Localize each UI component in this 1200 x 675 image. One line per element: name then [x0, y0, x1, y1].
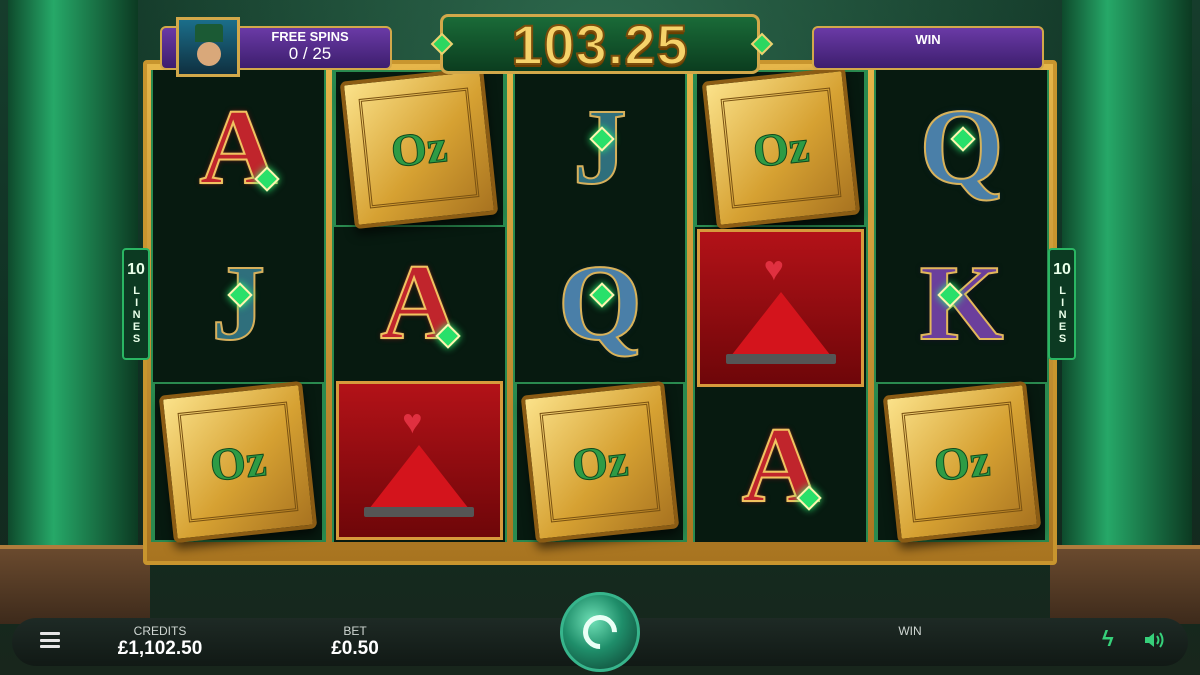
symbol-oz-book: Oz [153, 380, 324, 544]
reel-1: A J Oz [151, 70, 326, 544]
left-pillar-base [0, 545, 150, 624]
symbol-oz-book: Oz [695, 67, 867, 230]
symbol-q: Q [515, 226, 686, 382]
book-text: Oz [388, 120, 450, 178]
pyramid-heart-icon: ♥ [725, 248, 836, 368]
letter-k: K [919, 244, 1005, 363]
menu-icon[interactable] [40, 632, 60, 648]
free-spins-count: 0 / 25 [288, 44, 332, 63]
win-panel-label: WIN [915, 32, 941, 47]
symbol-pyramid-wild: ♥ [335, 381, 503, 541]
symbol-oz-book: Oz [333, 67, 505, 230]
spin-icon [575, 607, 625, 657]
oz-book-icon: Oz [520, 380, 680, 544]
right-pillar-base [1050, 545, 1200, 624]
lines-badge-left: 10 LINES [122, 248, 150, 360]
oz-book-icon: Oz [339, 67, 499, 230]
lines-word: LINES [1056, 285, 1069, 346]
bet-value[interactable]: £0.50 [310, 638, 400, 660]
total-win-display: 103.25 [440, 12, 760, 77]
book-text: Oz [569, 433, 631, 491]
bolt-icon[interactable]: ϟ [1102, 626, 1114, 652]
win-panel: WIN [812, 26, 1044, 70]
reel-2: Oz A ♥ [331, 67, 507, 542]
oz-book-icon: Oz [882, 380, 1041, 544]
lines-badge-right: 10 LINES [1048, 248, 1076, 360]
symbol-oz-book: Oz [514, 380, 686, 544]
symbol-j: J [153, 226, 324, 382]
book-text: Oz [207, 433, 269, 491]
free-spins-label: FREE SPINS [271, 29, 349, 44]
credits-label: CREDITS [133, 624, 187, 638]
right-pillar [1062, 0, 1192, 620]
character-portrait [176, 17, 240, 77]
symbol-pyramid-wild: ♥ [697, 228, 865, 388]
lines-word: LINES [130, 285, 143, 346]
bet-label: BET [343, 624, 367, 638]
symbol-a: A [334, 227, 505, 380]
reel-3: J Q Oz [512, 70, 688, 544]
pyramid-heart-icon: ♥ [364, 401, 475, 521]
spin-button[interactable] [560, 592, 640, 672]
win-label: WIN [898, 624, 922, 638]
credits-value: £1,102.50 [117, 638, 203, 659]
book-text: Oz [930, 433, 993, 491]
symbol-a: A [153, 70, 324, 226]
lines-number: 10 [127, 261, 145, 278]
face-icon [197, 42, 221, 66]
symbol-a: A [695, 389, 866, 542]
symbol-q: Q [876, 70, 1047, 226]
book-text: Oz [750, 120, 812, 178]
symbol-j: J [515, 70, 686, 226]
symbol-oz-book: Oz [876, 380, 1047, 544]
speaker-icon[interactable] [1143, 630, 1165, 650]
reel-grid: A J Oz Oz A ♥ J [151, 67, 1049, 544]
hat-icon [195, 24, 223, 42]
oz-book-icon: Oz [701, 67, 861, 230]
lines-number: 10 [1053, 261, 1071, 278]
oz-book-icon: Oz [159, 380, 318, 544]
left-pillar [8, 0, 138, 620]
symbol-k: K [876, 226, 1047, 382]
reel-5: Q K Oz [874, 70, 1049, 544]
total-win-amount: 103.25 [510, 12, 689, 77]
reel-4: Oz ♥ A [693, 67, 869, 542]
